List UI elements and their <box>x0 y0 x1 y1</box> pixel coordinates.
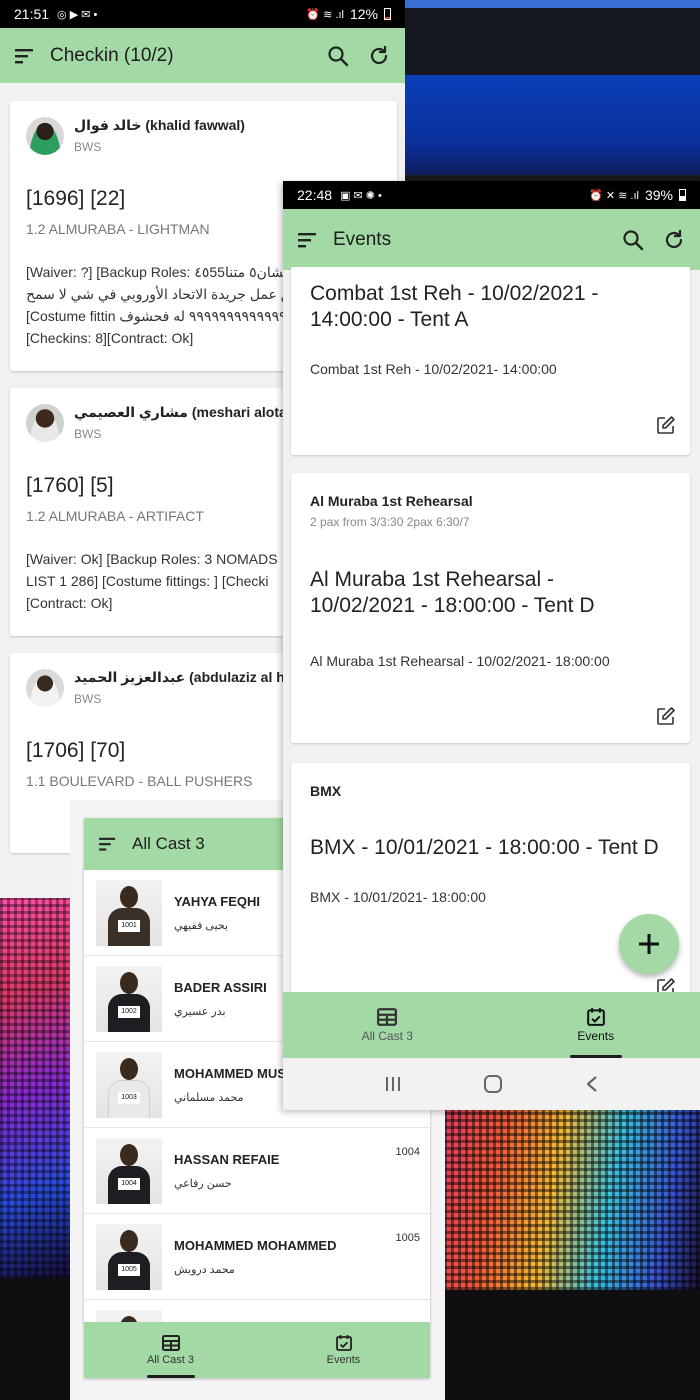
recents-icon[interactable] <box>384 1076 402 1092</box>
calendar-check-icon <box>335 1334 352 1351</box>
active-indicator <box>146 1375 195 1378</box>
person-org: BWS <box>74 427 102 441</box>
person-org: BWS <box>74 692 102 706</box>
signal-icon: ⏰ ✕ ≋ .ıl <box>589 189 639 202</box>
grid-icon <box>377 1007 398 1026</box>
cast-arabic-name: محمد درويش <box>174 1263 235 1276</box>
cast-photo: 1004 <box>96 1137 162 1204</box>
home-icon[interactable] <box>483 1074 503 1094</box>
refresh-icon[interactable] <box>662 228 686 252</box>
nav-events[interactable]: Events <box>492 992 700 1058</box>
bottom-nav: All Cast 3 Events <box>84 1322 430 1378</box>
person-name: عبدالعزيز الحميد (abdulaziz al ham <box>74 669 306 685</box>
cast-photo: 1003 <box>96 1051 162 1118</box>
notification-icons: ◎ ▶ ✉ • <box>57 8 98 21</box>
menu-icon[interactable] <box>14 47 36 65</box>
cast-name: MOHAMMED MOHAMMED <box>174 1237 337 1253</box>
cast-name: YAHYA FEQHI <box>174 893 260 909</box>
event-subtitle: 2 pax from 3/3:30 2pax 6:30/7 <box>310 515 470 529</box>
cast-arabic-name: محمد مسلماني <box>174 1091 244 1104</box>
status-bar: 22:48 ▣ ✉ ✺ • ⏰ ✕ ≋ .ıl 39% <box>283 181 700 209</box>
bottom-nav: All Cast 3 Events <box>283 992 700 1058</box>
status-time: 22:48 <box>297 187 333 203</box>
person-name: مشاري العصيمي (meshari alotaibi) <box>74 404 308 420</box>
nav-all-cast[interactable]: All Cast 3 <box>283 992 492 1058</box>
refresh-icon[interactable] <box>367 44 391 68</box>
menu-icon[interactable] <box>297 231 319 249</box>
page-title: All Cast 3 <box>132 834 205 853</box>
person-org: BWS <box>74 140 102 154</box>
event-card[interactable]: Combat 1st Reh - 10/02/2021 - 14:00:00 -… <box>291 267 690 455</box>
cast-number: 1005 <box>395 1232 420 1244</box>
edit-icon[interactable] <box>656 706 676 726</box>
background-blue-strip <box>405 0 700 8</box>
status-time: 21:51 <box>14 6 50 22</box>
add-event-button[interactable] <box>619 914 679 974</box>
cast-row[interactable]: 1005 MOHAMMED MOHAMMED محمد درويش 1005 <box>84 1214 430 1300</box>
battery-icon <box>384 8 391 20</box>
nav-all-cast-label: All Cast 3 <box>361 1028 413 1043</box>
battery-icon <box>679 189 686 201</box>
page-title: Checkin (10/2) <box>50 44 174 66</box>
event-headline: BMX - 10/01/2021 - 18:00:00 - Tent D <box>310 836 659 859</box>
person-name: خالد فوال (khalid fawwal) <box>74 117 245 133</box>
signal-icon: ⏰ ≋ .ıl <box>306 8 344 21</box>
event-line: Combat 1st Reh - 10/02/2021- 14:00:00 <box>310 361 557 377</box>
search-icon[interactable] <box>327 45 349 67</box>
app-bar: Events <box>283 209 700 270</box>
nav-events[interactable]: Events <box>257 1322 430 1378</box>
background-led-pixels-right <box>430 1110 700 1290</box>
grid-icon <box>161 1334 180 1351</box>
cast-arabic-name: حسن رفاعي <box>174 1177 232 1190</box>
event-line: BMX - 10/01/2021- 18:00:00 <box>310 889 486 905</box>
nav-events-label: Events <box>577 1029 615 1043</box>
battery-level: 39% <box>644 187 673 203</box>
events-screen: 22:48 ▣ ✉ ✺ • ⏰ ✕ ≋ .ıl 39% Events Comba… <box>283 181 700 1110</box>
page-title: Events <box>333 228 392 250</box>
add-icon <box>637 932 661 956</box>
event-card[interactable]: Al Muraba 1st Rehearsal 2 pax from 3/3:3… <box>291 473 690 743</box>
system-nav-bar <box>283 1058 700 1110</box>
avatar <box>26 669 64 707</box>
menu-icon[interactable] <box>98 836 118 852</box>
cast-row[interactable]: 1004 HASSAN REFAIE حسن رفاعي 1004 <box>84 1128 430 1214</box>
edit-icon[interactable] <box>656 415 676 435</box>
event-headline: Combat 1st Reh - 10/02/2021 - 14:00:00 -… <box>310 282 599 331</box>
background-blue-panel <box>405 75 700 175</box>
avatar <box>26 404 64 442</box>
cast-name: HASSAN REFAIE <box>174 1151 280 1167</box>
cast-name: MOHAMMED MUS <box>174 1065 286 1081</box>
cast-number: 1004 <box>395 1146 420 1158</box>
nav-all-cast[interactable]: All Cast 3 <box>84 1322 257 1378</box>
calendar-check-icon <box>586 1007 605 1026</box>
back-icon[interactable] <box>585 1075 599 1093</box>
background-dark-area <box>405 8 700 78</box>
cast-name: BADER ASSIRI <box>174 979 267 995</box>
event-line: Al Muraba 1st Rehearsal - 10/02/2021- 18… <box>310 653 610 669</box>
nav-events-label: Events <box>326 1354 361 1366</box>
battery-level: 12% <box>349 6 378 22</box>
notification-icons: ▣ ✉ ✺ • <box>340 189 382 202</box>
event-headline: Al Muraba 1st Rehearsal - 10/02/2021 - 1… <box>310 568 595 617</box>
cast-photo: 1005 <box>96 1223 162 1290</box>
search-icon[interactable] <box>622 229 644 251</box>
cast-arabic-name: بدر عسيري <box>174 1005 226 1018</box>
avatar <box>26 117 64 155</box>
event-title: BMX <box>310 783 342 799</box>
cast-photo: 1002 <box>96 965 162 1032</box>
status-bar: 21:51 ◎ ▶ ✉ • ⏰ ≋ .ıl 12% <box>0 0 405 28</box>
nav-all-cast-label: All Cast 3 <box>146 1353 195 1366</box>
cast-photo: 1001 <box>96 879 162 946</box>
app-bar: Checkin (10/2) <box>0 28 405 83</box>
cast-arabic-name: يحيى فقيهي <box>174 919 229 932</box>
event-title: Al Muraba 1st Rehearsal <box>310 493 473 509</box>
